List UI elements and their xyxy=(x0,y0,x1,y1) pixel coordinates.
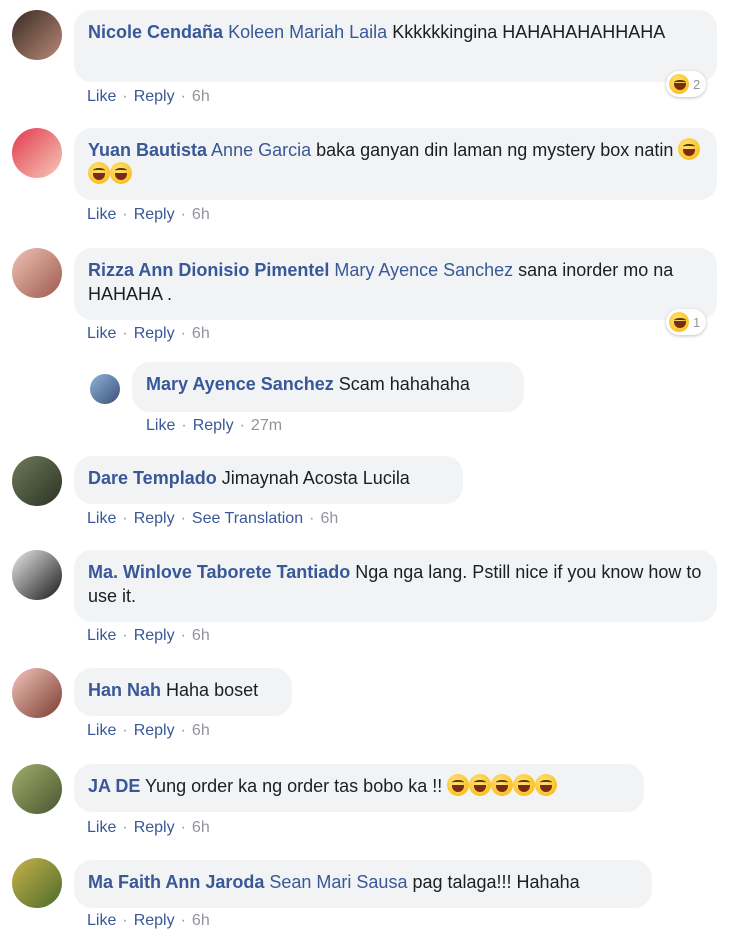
like-link[interactable]: Like xyxy=(87,912,116,929)
comment-bubble: Han Nah Haha boset xyxy=(74,668,292,716)
reply-link[interactable]: Reply xyxy=(134,206,175,223)
grin-emoji-icon xyxy=(447,774,470,796)
reply-bubble: Mary Ayence Sanchez Scam hahahaha xyxy=(132,362,524,412)
comment-author[interactable]: JA DE xyxy=(88,776,140,796)
comment-actions: Like · Reply · 6h xyxy=(87,722,210,739)
comment-author[interactable]: Mary Ayence Sanchez xyxy=(146,374,334,394)
comment-text: Kkkkkkingina HAHAHAHAHHAHA xyxy=(392,22,666,42)
comment-time[interactable]: 6h xyxy=(320,510,338,527)
comment-text: Jimaynah Acosta Lucila xyxy=(221,468,410,488)
comment-time[interactable]: 6h xyxy=(192,627,210,644)
comment-time[interactable]: 6h xyxy=(192,722,210,739)
reaction-count-label: 1 xyxy=(693,314,701,330)
reply-link[interactable]: Reply xyxy=(134,819,175,836)
laugh-emoji-icon xyxy=(669,74,689,94)
comment-author[interactable]: Ma. Winlove Taborete Tantiado xyxy=(88,562,350,582)
avatar[interactable] xyxy=(12,550,62,600)
grin-emoji-icon xyxy=(491,774,514,796)
comment-author[interactable]: Yuan Bautista xyxy=(88,140,207,160)
comment-author[interactable]: Ma Faith Ann Jaroda xyxy=(88,872,264,892)
comment-bubble: Rizza Ann Dionisio Pimentel Mary Ayence … xyxy=(74,248,717,320)
comment-bubble: Yuan Bautista Anne Garcia baka ganyan di… xyxy=(74,128,717,200)
avatar[interactable] xyxy=(90,374,120,404)
avatar[interactable] xyxy=(12,128,62,178)
comment-text: Haha boset xyxy=(166,680,259,700)
comment-actions: Like · Reply · See Translation · 6h xyxy=(87,510,339,527)
comment-text: baka ganyan din laman ng mystery box nat… xyxy=(316,140,674,160)
comment-actions: Like · Reply · 6h xyxy=(87,819,210,836)
like-link[interactable]: Like xyxy=(87,88,116,105)
comment-bubble: Ma Faith Ann Jaroda Sean Mari Sausa pag … xyxy=(74,860,652,908)
comment-bubble: Ma. Winlove Taborete Tantiado Nga nga la… xyxy=(74,550,717,622)
rofl-emoji-icon xyxy=(678,138,701,160)
comment-text: pag talaga!!! Hahaha xyxy=(412,872,580,892)
like-link[interactable]: Like xyxy=(87,510,116,527)
reaction-count-label: 2 xyxy=(693,76,701,92)
like-link[interactable]: Like xyxy=(87,722,116,739)
laugh-emoji-icon xyxy=(669,312,689,332)
reply-link[interactable]: Reply xyxy=(134,912,175,929)
see-translation-link[interactable]: See Translation xyxy=(192,510,303,527)
comment-author[interactable]: Rizza Ann Dionisio Pimentel xyxy=(88,260,329,280)
reply-link[interactable]: Reply xyxy=(134,88,175,105)
grin-emoji-icon xyxy=(469,774,492,796)
avatar[interactable] xyxy=(12,456,62,506)
tagged-user[interactable]: Koleen Mariah Laila xyxy=(228,22,387,42)
rofl-emoji-icon xyxy=(110,162,132,184)
tagged-user[interactable]: Sean Mari Sausa xyxy=(269,872,407,892)
avatar[interactable] xyxy=(12,10,62,60)
comment-time[interactable]: 6h xyxy=(192,325,210,342)
comment-bubble: Dare Templado Jimaynah Acosta Lucila xyxy=(74,456,463,504)
like-link[interactable]: Like xyxy=(146,417,175,434)
comment-time[interactable]: 6h xyxy=(192,819,210,836)
comment-author[interactable]: Nicole Cendaña xyxy=(88,22,223,42)
like-link[interactable]: Like xyxy=(87,325,116,342)
reply-link[interactable]: Reply xyxy=(134,627,175,644)
avatar[interactable] xyxy=(12,764,62,814)
comment-bubble: JA DE Yung order ka ng order tas bobo ka… xyxy=(74,764,644,812)
rofl-emoji-icon xyxy=(88,162,110,184)
comment-actions: Like · Reply · 6h xyxy=(87,88,210,105)
like-link[interactable]: Like xyxy=(87,206,116,223)
like-link[interactable]: Like xyxy=(87,819,116,836)
avatar[interactable] xyxy=(12,248,62,298)
comment-actions: Like · Reply · 6h xyxy=(87,912,210,929)
comment-text: Scam hahahaha xyxy=(338,374,470,394)
avatar[interactable] xyxy=(12,668,62,718)
reaction-count[interactable]: 2 xyxy=(666,71,707,97)
comment-actions: Like · Reply · 6h xyxy=(87,206,210,223)
tears-of-joy-emoji-icon xyxy=(513,774,536,796)
reply-link[interactable]: Reply xyxy=(134,325,175,342)
comment-text: Yung order ka ng order tas bobo ka !! xyxy=(145,776,443,796)
like-link[interactable]: Like xyxy=(87,627,116,644)
reply-link[interactable]: Reply xyxy=(134,722,175,739)
tagged-user[interactable]: Mary Ayence Sanchez xyxy=(334,260,513,280)
comment-time[interactable]: 6h xyxy=(192,912,210,929)
comment-time[interactable]: 27m xyxy=(251,417,282,434)
reply-link[interactable]: Reply xyxy=(193,417,234,434)
tears-of-joy-emoji-icon xyxy=(535,774,558,796)
tagged-user[interactable]: Anne Garcia xyxy=(211,140,311,160)
reply-link[interactable]: Reply xyxy=(134,510,175,527)
avatar[interactable] xyxy=(12,858,62,908)
comment-time[interactable]: 6h xyxy=(192,88,210,105)
comment-actions: Like · Reply · 6h xyxy=(87,325,210,342)
comment-author[interactable]: Dare Templado xyxy=(88,468,217,488)
comment-author[interactable]: Han Nah xyxy=(88,680,161,700)
comment-time[interactable]: 6h xyxy=(192,206,210,223)
comment-actions: Like · Reply · 27m xyxy=(146,417,283,434)
comment-actions: Like · Reply · 6h xyxy=(87,627,210,644)
comment-bubble: Nicole Cendaña Koleen Mariah Laila Kkkkk… xyxy=(74,10,717,82)
reaction-count[interactable]: 1 xyxy=(666,309,707,335)
